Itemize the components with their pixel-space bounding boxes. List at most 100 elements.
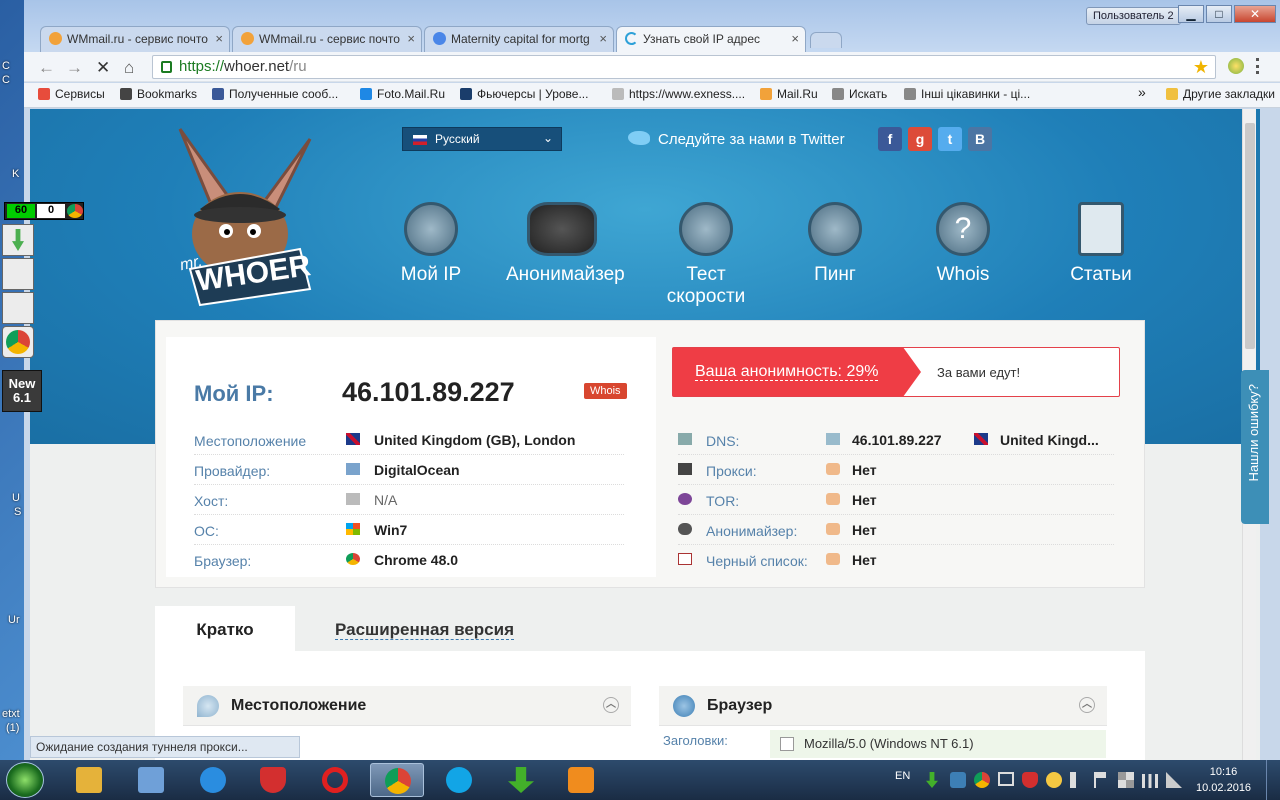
check-row-tor: TOR: Нет [678, 485, 1114, 515]
forward-button[interactable]: → [66, 58, 83, 78]
taskbar-app-opera[interactable] [308, 763, 362, 797]
tab-extended[interactable]: Расширенная версия [335, 606, 515, 651]
browser-tab[interactable]: WMmail.ru - сервис почто × [232, 26, 422, 52]
bookmark-item[interactable]: Foto.Mail.Ru [360, 87, 445, 101]
taskbar-app-chrome[interactable] [370, 763, 424, 797]
headers-value: Mozilla/5.0 (Windows NT 6.1) [770, 730, 1106, 758]
stop-button[interactable]: ✕ [96, 58, 110, 78]
keyboard-language[interactable]: EN [895, 770, 910, 782]
tray-chrome-icon[interactable] [974, 772, 990, 788]
extension-icon[interactable] [1228, 58, 1244, 74]
browser-tab[interactable]: WMmail.ru - сервис почто × [40, 26, 230, 52]
shield-icon [260, 767, 286, 793]
whois-link[interactable]: Whois [584, 383, 627, 399]
browser-tab[interactable]: Maternity capital for mortg × [424, 26, 614, 52]
back-button[interactable]: ← [38, 58, 55, 78]
language-selector[interactable]: Русский ⌄ [402, 127, 562, 151]
twitter-follow-link[interactable]: Следуйте за нами в Twitter [628, 131, 845, 148]
nav-whois[interactable]: ? Whois [928, 202, 998, 286]
tray-emoji-icon[interactable] [1046, 772, 1062, 788]
tray-signal-icon[interactable] [1166, 772, 1182, 788]
start-button[interactable] [6, 762, 44, 798]
tray-flag-icon[interactable] [1094, 772, 1106, 788]
row-value: Нет [852, 492, 877, 508]
title-bar: WMmail.ru - сервис почто × WMmail.ru - с… [24, 0, 1280, 56]
chevron-up-icon[interactable]: ︿ [603, 697, 619, 713]
whoer-logo[interactable]: mr. WHOER [160, 119, 320, 309]
pencil-edit-icon[interactable] [2, 258, 34, 290]
bookmark-item[interactable]: Полученные сооб... [212, 87, 338, 101]
bookmark-star-icon[interactable]: ★ [1193, 56, 1209, 78]
download-arrow-icon[interactable] [2, 224, 34, 256]
show-desktop-button[interactable] [1266, 760, 1280, 800]
twitter-label: Следуйте за нами в Twitter [658, 131, 845, 148]
tab-close-icon[interactable]: × [407, 31, 415, 46]
tab-close-icon[interactable]: × [791, 31, 799, 46]
clock-date: 10.02.2016 [1196, 782, 1252, 794]
row-key: DNS: [706, 433, 740, 449]
bookmark-item[interactable]: Сервисы [38, 87, 105, 101]
tray-windows-icon[interactable] [1118, 772, 1134, 788]
row-key: Анонимайзер: [706, 523, 798, 539]
menu-icon[interactable] [1256, 58, 1259, 74]
tray-shield-icon[interactable] [1022, 772, 1038, 788]
tab-close-icon[interactable]: × [599, 31, 607, 46]
tray-download-icon[interactable] [926, 772, 938, 788]
taskbar-app-ie[interactable] [186, 763, 240, 797]
vk-icon[interactable]: B [968, 127, 992, 151]
row-value: Нет [852, 552, 877, 568]
stack-icon[interactable] [2, 292, 34, 324]
chevron-up-icon[interactable]: ︿ [1079, 697, 1095, 713]
section-location-header[interactable]: Местоположение ︿ [183, 686, 631, 726]
other-bookmarks-folder[interactable]: Другие закладки [1166, 87, 1275, 101]
desktop-label: (1) [6, 722, 20, 734]
close-window-button[interactable]: ✕ [1234, 5, 1276, 23]
taskbar-app-shield[interactable] [246, 763, 300, 797]
bookmark-item[interactable]: Фьючерсы | Урове... [460, 87, 588, 101]
google-plus-icon[interactable]: g [908, 127, 932, 151]
minimize-button[interactable]: ▁ [1178, 5, 1204, 23]
user-profile-button[interactable]: Пользователь 2 [1086, 7, 1181, 25]
twitter-icon[interactable]: t [938, 127, 962, 151]
bookmark-item[interactable]: Bookmarks [120, 87, 197, 101]
address-bar[interactable]: https://whoer.net/ru ★ [152, 55, 1216, 79]
new-version-badge[interactable]: New 6.1 [2, 370, 42, 412]
tray-app-icon[interactable] [950, 772, 966, 788]
ip-address-value[interactable]: 46.101.89.227 [342, 377, 515, 408]
home-button[interactable]: ⌂ [124, 58, 134, 78]
tray-volume-icon[interactable] [1070, 772, 1084, 788]
anonymity-score[interactable]: Ваша анонимность: 29% [673, 348, 921, 396]
bookmarks-more-button[interactable]: » [1138, 84, 1146, 100]
twitter-bird-icon [628, 131, 650, 145]
feedback-tab[interactable]: Нашли ошибку? [1241, 370, 1269, 524]
facebook-icon[interactable]: f [878, 127, 902, 151]
bookmark-item[interactable]: Інші цікавинки - ці... [904, 87, 1030, 101]
taskbar-app-media[interactable] [554, 763, 608, 797]
tab-close-icon[interactable]: × [215, 31, 223, 46]
bookmark-item[interactable]: https://www.exness.... [612, 87, 745, 101]
nav-my-ip[interactable]: Мой IP [396, 202, 466, 286]
bookmark-item[interactable]: Mail.Ru [760, 87, 818, 101]
nav-ping[interactable]: Пинг [800, 202, 870, 286]
bookmark-item[interactable]: Искать [832, 87, 887, 101]
nav-speed-test[interactable]: Тест скорости [650, 202, 762, 308]
info-row-location: Местоположение United Kingdom (GB), Lond… [194, 425, 624, 455]
taskbar-app-skype[interactable] [432, 763, 486, 797]
nav-anonymizer[interactable]: Анонимайзер [506, 202, 625, 286]
scrollbar-thumb[interactable] [1245, 123, 1255, 349]
tray-monitor-icon[interactable] [998, 772, 1014, 786]
nav-articles[interactable]: Статьи [1066, 202, 1136, 286]
tab-brief[interactable]: Кратко [155, 606, 295, 651]
chrome-launch-icon[interactable] [2, 326, 34, 358]
internet-explorer-icon [200, 767, 226, 793]
taskbar-app-download[interactable] [494, 763, 548, 797]
new-tab-button[interactable] [810, 32, 842, 48]
taskbar-app-control[interactable] [124, 763, 178, 797]
section-browser-header[interactable]: Браузер ︿ [659, 686, 1107, 726]
clock-time: 10:16 [1209, 766, 1238, 778]
taskbar-app-explorer[interactable] [62, 763, 116, 797]
maximize-button[interactable]: □ [1206, 5, 1232, 23]
tray-network-icon[interactable] [1142, 774, 1158, 788]
language-label: Русский [435, 132, 480, 146]
system-clock[interactable]: 10:16 10.02.2016 [1196, 764, 1251, 796]
